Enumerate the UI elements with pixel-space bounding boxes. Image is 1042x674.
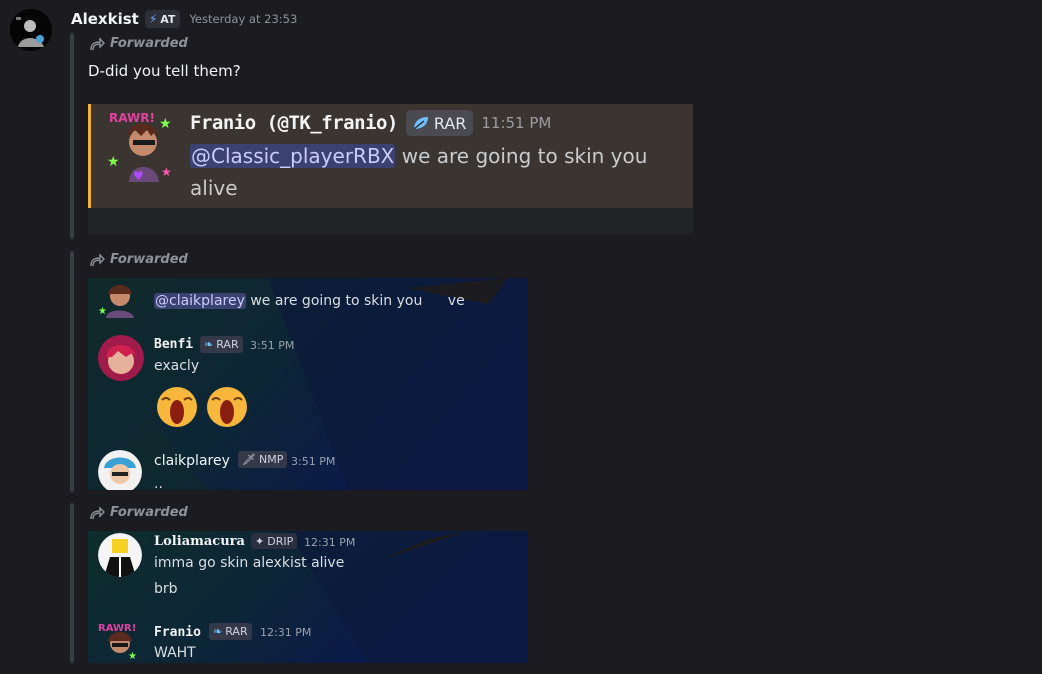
crying-emoji-pair: [157, 387, 247, 427]
forwarded-text: Forwarded: [110, 36, 188, 51]
embed-header: Franio (@TK_franio) RAR 11:51 PM: [190, 110, 551, 136]
forwarded-label: Forwarded: [89, 36, 188, 51]
lightning-icon: ⚡: [148, 12, 158, 26]
message-time: 3:51 PM: [291, 455, 336, 468]
message-avatar: [98, 450, 142, 490]
embed-author-name[interactable]: Franio (@TK_franio): [190, 112, 398, 134]
message-text: WAHT: [154, 645, 196, 661]
leaf-icon: [413, 117, 428, 130]
message-server-tag-label: NMP: [258, 453, 284, 466]
message-timestamp[interactable]: Yesterday at 23:53: [189, 12, 297, 26]
forward-arrow-icon: [90, 252, 105, 266]
forwarded-text: Forwarded: [110, 252, 188, 267]
message-server-tag: ❧ RAR: [209, 623, 252, 640]
embed-server-tag-label: RAR: [433, 113, 467, 133]
forwarded-screenshot[interactable]: ★ @claikplarey we are going to skin you_…: [88, 278, 528, 490]
crying-emoji-icon: [207, 387, 247, 427]
embed-author-avatar[interactable]: RAWR! ★ ★ ★ ♥: [107, 106, 171, 182]
svg-text:♥: ♥: [133, 169, 144, 182]
sword-icon: 🗡: [242, 453, 256, 466]
drop-icon: ✦: [255, 534, 265, 548]
embed-server-tag[interactable]: RAR: [405, 110, 474, 136]
message-header: Alexkist ⚡ AT Yesterday at 23:53: [71, 8, 297, 30]
user-mention[interactable]: @claikplarey: [154, 293, 246, 309]
forwarded-embed-container: RAWR! ★ ★ ★ ♥ Franio (@TK_franio) RAR 11…: [88, 104, 693, 234]
message-avatar: ★: [98, 285, 134, 318]
forwarded-message-text: D-did you tell them?: [88, 62, 241, 80]
message-server-tag: ✦ DRIP: [251, 533, 298, 549]
svg-text:★: ★: [128, 651, 137, 661]
forwarded-text: Forwarded: [110, 505, 188, 520]
forwarded-label: Forwarded: [89, 252, 188, 267]
message-text-tail: ve: [447, 293, 465, 309]
message-author: Benfi: [154, 337, 194, 352]
message-time: 3:51 PM: [250, 339, 295, 352]
message-server-tag-label: RAR: [216, 338, 239, 351]
message-author: Loliamacura: [154, 534, 245, 549]
message-text: exacly: [154, 358, 200, 374]
screenshot-background: [88, 531, 528, 663]
forward-arrow-icon: [90, 36, 105, 50]
svg-text:★: ★: [159, 116, 171, 132]
message-text: brb: [154, 581, 178, 597]
forward-bar: [70, 251, 74, 492]
crying-emoji-icon: [157, 387, 197, 427]
svg-text:RAWR!: RAWR!: [109, 111, 155, 125]
message-server-tag-label: DRIP: [267, 534, 294, 548]
forward-bar: [70, 33, 74, 239]
message-text-part: we are going to skin you: [245, 293, 423, 309]
forward-bar: [70, 503, 74, 663]
svg-text:★: ★: [98, 306, 107, 317]
message-avatar: [98, 533, 142, 577]
message-author: Franio: [154, 625, 201, 640]
svg-text:★: ★: [107, 154, 120, 170]
message-text: imma go skin alexkist alive: [154, 555, 345, 571]
forwarded-screenshot[interactable]: Loliamacura ✦ DRIP 12:31 PM imma go skin…: [88, 531, 528, 663]
svg-text:★: ★: [161, 165, 171, 179]
author-avatar[interactable]: [10, 9, 52, 51]
forwarded-label: Forwarded: [89, 505, 188, 520]
server-tag-label: AT: [160, 12, 176, 26]
message-server-tag-label: RAR: [225, 625, 248, 638]
message-text: @claikplarey we are going to skin you__ …: [154, 293, 465, 309]
message-server-tag: ❧ RAR: [200, 336, 243, 353]
forward-arrow-icon: [90, 505, 105, 519]
leaf-icon: ❧: [213, 625, 223, 638]
message-author: claikplarey: [154, 453, 230, 469]
message-server-tag: 🗡 NMP: [238, 451, 288, 468]
message-text: ..: [154, 476, 163, 490]
forwarded-embed[interactable]: RAWR! ★ ★ ★ ♥ Franio (@TK_franio) RAR 11…: [88, 104, 693, 208]
user-mention[interactable]: @Classic_playerRBX: [190, 144, 396, 168]
author-name[interactable]: Alexkist: [71, 10, 139, 28]
server-tag[interactable]: ⚡ AT: [144, 10, 181, 28]
message-time: 12:31 PM: [304, 536, 356, 549]
message-time: 12:31 PM: [260, 626, 312, 639]
embed-body: @Classic_playerRBX we are going to skin …: [190, 140, 690, 204]
message-avatar: [98, 335, 144, 381]
embed-timestamp: 11:51 PM: [481, 114, 552, 132]
message-avatar: RAWR! ★: [98, 623, 137, 661]
leaf-icon: ❧: [204, 338, 214, 351]
